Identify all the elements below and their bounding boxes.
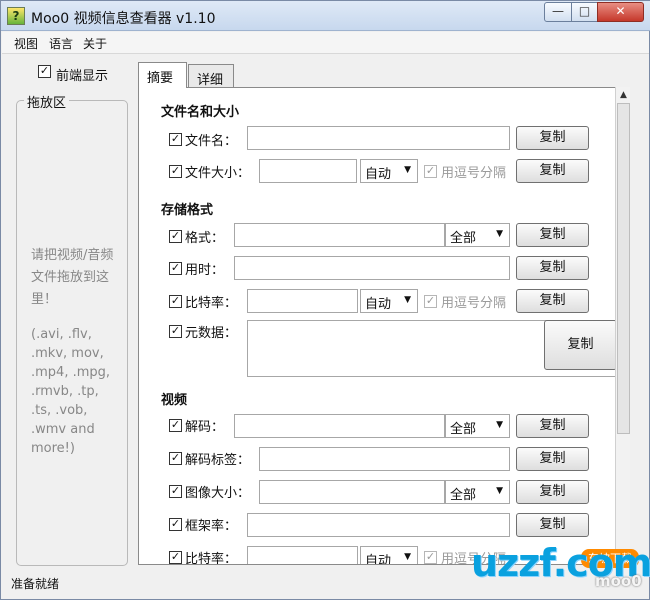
filesize-field[interactable]	[259, 159, 357, 183]
copy-frame-rate-button[interactable]: 复制	[516, 513, 589, 537]
duration-checkbox[interactable]: ✓	[169, 262, 182, 275]
drop-instruction: 请把视频/音频文件拖放到这里！	[31, 248, 114, 307]
status-bar-text: 准备就绪	[11, 577, 60, 591]
main-scrollbar[interactable]: ▲ ▼	[615, 87, 630, 565]
bitrate-checkbox[interactable]: ✓	[169, 295, 182, 308]
format-checkbox[interactable]: ✓	[169, 230, 182, 243]
bitrate-comma-label: 用逗号分隔	[441, 296, 507, 311]
filesize-comma-checkbox: ✓	[424, 164, 437, 178]
metadata-checkbox[interactable]: ✓	[169, 325, 182, 338]
video-bitrate-label: 比特率：	[185, 552, 238, 565]
bitrate-field[interactable]	[247, 289, 358, 313]
drop-zone-title: 拖放区	[24, 92, 70, 111]
video-bitrate-unit-select[interactable]: 自动	[360, 546, 418, 564]
format-select[interactable]: 全部	[445, 223, 510, 247]
frame-rate-label: 框架率：	[185, 519, 238, 534]
image-size-select[interactable]: 全部	[445, 480, 510, 504]
moo0-logo: moo0	[595, 572, 642, 590]
video-bitrate-field[interactable]	[247, 546, 358, 564]
window-title: Moo0 视频信息查看器 v1.10	[31, 11, 216, 27]
image-size-label: 图像大小：	[185, 486, 251, 501]
storage-section-title: 存储格式	[161, 203, 214, 218]
filename-field[interactable]	[247, 126, 510, 150]
scroll-thumb[interactable]	[617, 103, 630, 434]
codec-field[interactable]	[234, 414, 445, 438]
bitrate-label: 比特率：	[185, 296, 238, 311]
copy-metadata-button[interactable]: 复制	[544, 320, 617, 370]
frame-rate-checkbox[interactable]: ✓	[169, 518, 182, 531]
menu-view[interactable]: 视图	[14, 35, 38, 52]
minimize-button[interactable]: —	[544, 2, 572, 22]
front-display-checkbox[interactable]: ✓	[38, 65, 51, 78]
summary-panel: 文件名和大小 ✓ 文件名： 复制 ✓ 文件大小： 自动 ✓ 用逗号分隔 复制 存…	[138, 87, 629, 565]
frame-rate-field[interactable]	[247, 513, 510, 537]
menu-bar: 视图 语言 关于	[2, 32, 649, 54]
format-label: 格式：	[185, 231, 225, 246]
maximize-button[interactable]: □	[571, 2, 598, 22]
app-icon: ?	[7, 7, 25, 25]
copy-filesize-button[interactable]: 复制	[516, 159, 589, 183]
video-bitrate-checkbox[interactable]: ✓	[169, 551, 182, 564]
front-display-label[interactable]: 前端显示	[56, 65, 108, 84]
tab-details[interactable]: 详细	[188, 64, 234, 88]
filesize-checkbox[interactable]: ✓	[169, 165, 182, 178]
codec-tag-label: 解码标签：	[185, 453, 251, 468]
filename-checkbox[interactable]: ✓	[169, 133, 182, 146]
copy-image-size-button[interactable]: 复制	[516, 480, 589, 504]
metadata-label: 元数据：	[185, 326, 238, 341]
filesize-comma-label: 用逗号分隔	[441, 166, 507, 181]
bitrate-unit-select[interactable]: 自动	[360, 289, 418, 313]
codec-select[interactable]: 全部	[445, 414, 510, 438]
filesize-unit-select[interactable]: 自动	[360, 159, 418, 183]
copy-codec-button[interactable]: 复制	[516, 414, 589, 438]
codec-checkbox[interactable]: ✓	[169, 419, 182, 432]
duration-label: 用时：	[185, 263, 225, 278]
video-bitrate-comma-checkbox: ✓	[424, 550, 437, 564]
menu-language[interactable]: 语言	[49, 35, 73, 52]
duration-field[interactable]	[234, 256, 510, 280]
copy-filename-button[interactable]: 复制	[516, 126, 589, 150]
copy-codec-tag-button[interactable]: 复制	[516, 447, 589, 471]
copy-duration-button[interactable]: 复制	[516, 256, 589, 280]
image-size-checkbox[interactable]: ✓	[169, 485, 182, 498]
codec-tag-checkbox[interactable]: ✓	[169, 452, 182, 465]
copy-format-button[interactable]: 复制	[516, 223, 589, 247]
codec-tag-field[interactable]	[259, 447, 510, 471]
title-bar: ? Moo0 视频信息查看器 v1.10 — □ ✕	[1, 1, 650, 31]
filename-label: 文件名：	[185, 134, 238, 149]
copy-bitrate-button[interactable]: 复制	[516, 289, 589, 313]
app-window: ? Moo0 视频信息查看器 v1.10 — □ ✕ 视图 语言 关于 ✓ 前端…	[0, 0, 650, 600]
tab-summary[interactable]: 摘要	[138, 62, 187, 88]
video-section-title: 视频	[161, 393, 188, 408]
codec-label: 解码：	[185, 420, 225, 435]
file-section-title: 文件名和大小	[161, 105, 240, 120]
scroll-up-arrow-icon[interactable]: ▲	[617, 88, 630, 103]
filesize-label: 文件大小：	[185, 166, 251, 181]
supported-formats: (.avi, .flv, .mkv, mov, .mp4, .mpg, .rmv…	[31, 327, 111, 456]
menu-about[interactable]: 关于	[83, 35, 107, 52]
image-size-field[interactable]	[259, 480, 445, 504]
format-field[interactable]	[234, 223, 445, 247]
bitrate-comma-checkbox: ✓	[424, 294, 437, 308]
close-button[interactable]: ✕	[597, 2, 644, 22]
